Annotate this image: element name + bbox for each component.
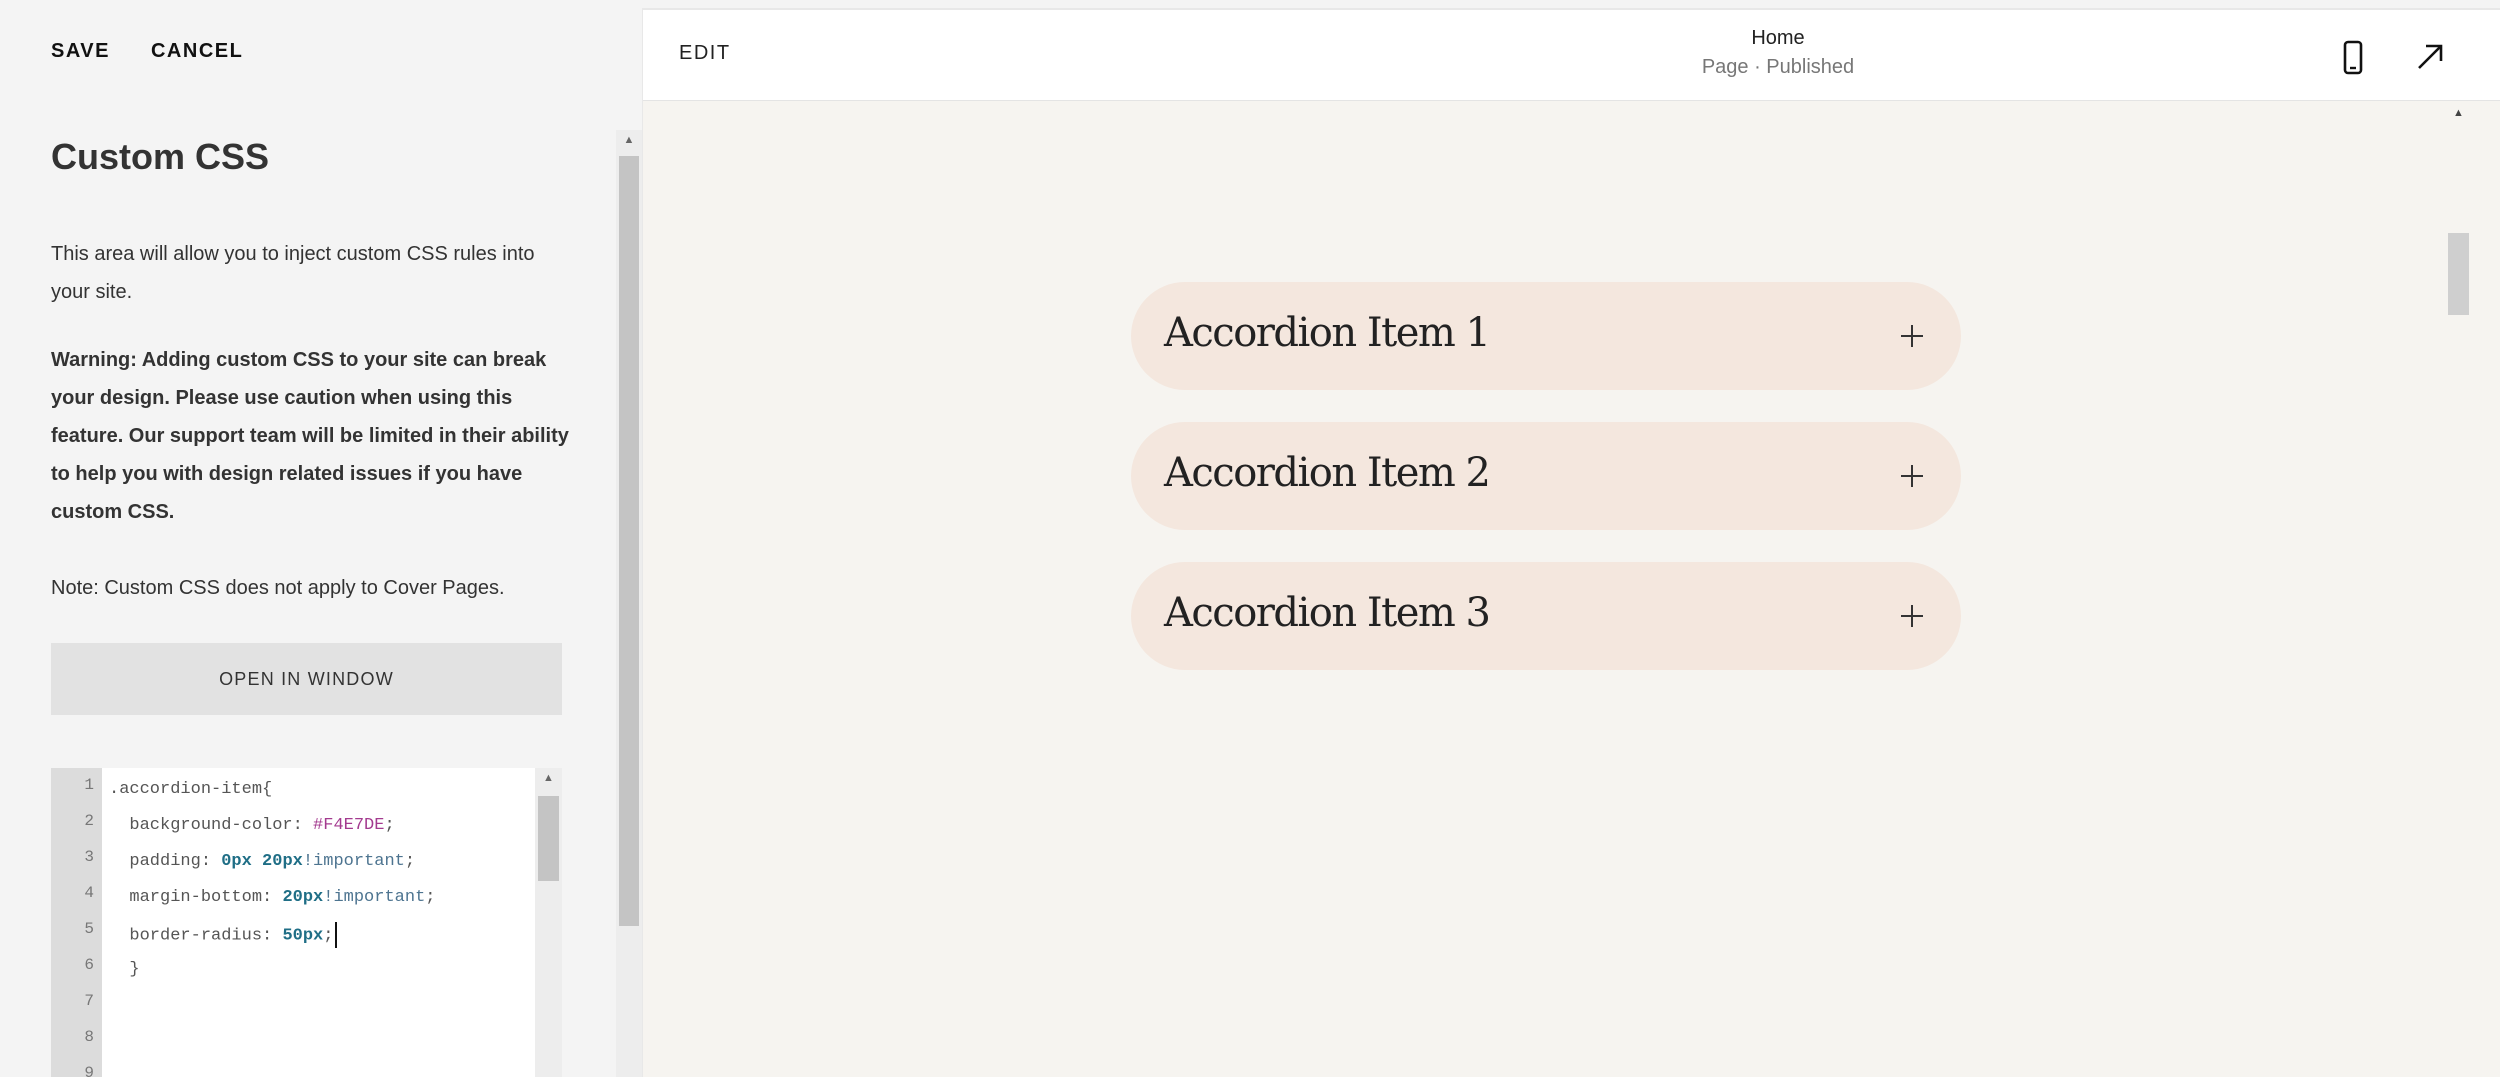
sidebar-scroll-thumb[interactable] [619, 156, 639, 926]
plus-icon[interactable] [1900, 324, 1924, 348]
line-number: 6 [84, 956, 94, 974]
page-status: Page · Published [1701, 56, 1855, 78]
mobile-phone-icon[interactable] [2337, 40, 2369, 76]
preview-scrollbar[interactable]: ▲ [2447, 101, 2470, 1077]
code-line[interactable]: } [109, 960, 140, 979]
code-line[interactable]: padding: 0px 20px!important; [109, 852, 415, 871]
css-closing-brace: } [129, 960, 140, 979]
plus-icon[interactable] [1900, 464, 1924, 488]
page-title: Home [1751, 27, 1805, 49]
css-property: margin-bottom: [129, 888, 283, 907]
preview-header: EDIT Home Page · Published [643, 10, 2500, 101]
site-preview: EDIT Home Page · Published Accordion Ite… [643, 10, 2500, 1077]
intro-text: This area will allow you to inject custo… [51, 243, 535, 303]
css-important: !important [302, 852, 405, 871]
cancel-button[interactable]: CANCEL [151, 40, 243, 63]
accordion-item-title: Accordion Item 1 [1164, 310, 1491, 356]
line-number: 3 [84, 848, 94, 866]
line-number: 4 [84, 884, 94, 902]
line-number: 7 [84, 992, 94, 1010]
accordion-item[interactable]: Accordion Item 1 [1131, 282, 1961, 390]
accordion-item-title: Accordion Item 3 [1164, 590, 1491, 636]
arrow-up-right-icon[interactable] [2413, 40, 2447, 74]
css-value: 20px [282, 888, 324, 907]
scroll-up-arrow-icon[interactable]: ▲ [2447, 107, 2470, 119]
line-number: 5 [84, 920, 94, 938]
css-property: padding: [129, 852, 222, 871]
code-line[interactable]: margin-bottom: 20px!important; [109, 888, 435, 907]
scroll-up-arrow-icon[interactable]: ▲ [616, 134, 642, 152]
line-number: 8 [84, 1028, 94, 1046]
css-value: 0px 20px [221, 852, 303, 871]
line-number-gutter: 1 2 3 4 5 6 7 8 9 [51, 768, 102, 1077]
custom-css-sidebar: SAVE CANCEL Custom CSS This area will al… [0, 0, 616, 1077]
css-property: background-color: [129, 816, 314, 835]
sidebar-toolbar: SAVE CANCEL [51, 40, 243, 63]
code-line[interactable]: border-radius: 50px; [109, 922, 338, 948]
sidebar-scrollbar[interactable]: ▲ [616, 130, 642, 1077]
css-important: !important [323, 888, 426, 907]
code-line[interactable]: .accordion-item{ [109, 780, 272, 799]
code-line[interactable]: background-color: #F4E7DE; [109, 816, 394, 835]
css-selector: .accordion-item{ [109, 780, 273, 799]
note-text: Note: Custom CSS does not apply to Cover… [51, 577, 505, 599]
accordion-item[interactable]: Accordion Item 2 [1131, 422, 1961, 530]
line-number: 1 [84, 776, 94, 794]
css-value: 50px [282, 926, 324, 946]
accordion-item-title: Accordion Item 2 [1164, 450, 1491, 496]
preview-scroll-thumb[interactable] [2448, 233, 2469, 315]
line-number: 9 [84, 1064, 94, 1077]
line-number: 2 [84, 812, 94, 830]
open-in-window-button[interactable]: OPEN IN WINDOW [51, 643, 562, 715]
panel-title: Custom CSS [51, 136, 270, 177]
css-color-value: #F4E7DE [313, 816, 385, 835]
editor-scrollbar[interactable]: ▲ [535, 768, 562, 1077]
warning-text: Warning: Adding custom CSS to your site … [51, 349, 569, 523]
css-code-editor[interactable]: 1 2 3 4 5 6 7 8 9 .accordion-item{ backg… [51, 768, 562, 1077]
accordion-item[interactable]: Accordion Item 3 [1131, 562, 1961, 670]
scroll-up-arrow-icon[interactable]: ▲ [535, 772, 562, 784]
save-button[interactable]: SAVE [51, 40, 110, 63]
text-caret [335, 922, 338, 948]
plus-icon[interactable] [1900, 604, 1924, 628]
editor-scroll-thumb[interactable] [538, 796, 559, 881]
css-property: border-radius: [129, 926, 283, 946]
